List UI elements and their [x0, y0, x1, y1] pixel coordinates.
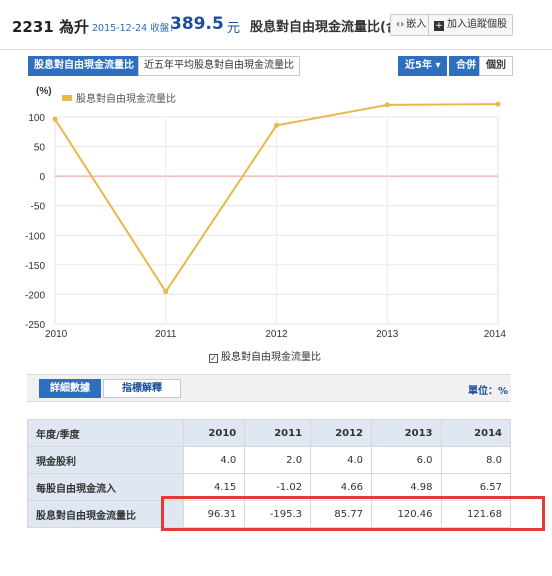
y-tick-label: -200 — [25, 290, 45, 301]
data-point — [274, 122, 279, 128]
individual-toggle[interactable]: 個別 — [479, 56, 513, 76]
chevron-down-icon: ▾ — [435, 60, 441, 71]
table-header-row: 年度/季度 2010 2011 2012 2013 2014 — [26, 419, 511, 447]
x-tick-label: 2010 — [45, 329, 68, 340]
y-tick-label: -150 — [25, 261, 45, 272]
line-chart: 100 50 0 -50 -100 -150 -200 -250 2010 2011 2012 201… — [0, 82, 552, 364]
add-watchlist-button[interactable]: + 加入追蹤個股 — [428, 14, 513, 36]
col-header-year: 2014 — [440, 419, 511, 447]
table-cell: 4.15 — [183, 473, 246, 501]
table-row: 現金股利 4.0 2.0 4.0 6.0 8.0 — [26, 446, 511, 474]
col-header-year: 2010 — [183, 419, 246, 447]
y-tick-label: -250 — [25, 320, 45, 331]
legend-label: 股息對自由現金流量比 — [76, 92, 176, 105]
x-tick-label: 2014 — [484, 329, 507, 340]
unit-label: 單位：% — [467, 386, 508, 397]
plus-icon: + — [434, 21, 444, 31]
row-label: 現金股利 — [26, 446, 185, 474]
page-header: 2231 為升 2015-12-24 收盤： 389.5 元 股息對自由現金流量… — [0, 0, 552, 50]
col-header-year: 2011 — [244, 419, 312, 447]
add-watchlist-label: 加入追蹤個股 — [447, 19, 507, 30]
table-cell: -1.02 — [244, 473, 312, 501]
table-row: 股息對自由現金流量比 96.31 -195.3 85.77 120.46 121… — [26, 500, 511, 528]
tab-explanation[interactable]: 指標解釋 — [103, 379, 181, 398]
col-header-year: 2012 — [310, 419, 373, 447]
bottom-legend-toggle[interactable]: ✓ 股息對自由現金流量比 — [209, 348, 321, 363]
table-cell: 4.98 — [371, 473, 442, 501]
table-cell: 85.77 — [310, 500, 373, 528]
row-label: 每股自由現金流入 — [26, 473, 185, 501]
data-table: 年度/季度 2010 2011 2012 2013 2014 現金股利 4.0 … — [26, 419, 511, 528]
checkbox-icon[interactable]: ✓ — [209, 354, 218, 363]
table-cell: 2.0 — [244, 446, 312, 474]
table-cell: -195.3 — [244, 500, 312, 528]
tab-details[interactable]: 詳細數據 — [39, 379, 101, 398]
consolidated-toggle[interactable]: 合併 — [449, 56, 483, 76]
close-date-label: 2015-12-24 收盤： — [92, 23, 179, 34]
data-point — [495, 101, 501, 107]
chart-tab-row: 股息對自由現金流量比 近五年平均股息對自由現金流量比 近5年 ▾ 合併 個別 — [0, 50, 552, 82]
data-point — [384, 102, 390, 108]
close-price: 389.5 — [170, 14, 224, 34]
details-tab-bar: 詳細數據 指標解釋 單位：% — [27, 374, 511, 402]
period-label: 近5年 — [405, 60, 432, 71]
data-point — [52, 116, 58, 122]
tab-5yr-avg-dividend-fcf-ratio[interactable]: 近五年平均股息對自由現金流量比 — [138, 56, 300, 76]
period-dropdown[interactable]: 近5年 ▾ — [398, 56, 448, 76]
y-tick-label: 50 — [34, 143, 46, 154]
table-cell: 96.31 — [183, 500, 246, 528]
col-header-period: 年度/季度 — [26, 419, 185, 447]
x-tick-label: 2013 — [376, 329, 399, 340]
y-tick-label: -50 — [31, 202, 46, 213]
tab-dividend-fcf-ratio[interactable]: 股息對自由現金流量比 — [28, 56, 140, 76]
embed-label: 嵌入 — [406, 19, 427, 30]
table-cell: 8.0 — [440, 446, 511, 474]
table-cell: 120.46 — [371, 500, 442, 528]
stock-code-name: 2231 為升 — [12, 18, 89, 36]
y-tick-label: -100 — [25, 231, 45, 242]
price-unit: 元 — [227, 21, 241, 36]
table-cell: 121.68 — [440, 500, 511, 528]
table-cell: 4.0 — [310, 446, 373, 474]
code-icon: ‹› — [396, 19, 405, 30]
embed-button[interactable]: ‹› 嵌入 — [390, 14, 433, 36]
table-cell: 4.66 — [310, 473, 373, 501]
x-tick-label: 2012 — [265, 329, 288, 340]
data-point — [163, 289, 169, 295]
y-tick-label: 0 — [39, 172, 45, 183]
bottom-legend-label: 股息對自由現金流量比 — [221, 352, 321, 363]
legend-swatch — [62, 95, 72, 101]
chart-svg: 100 50 0 -50 -100 -150 -200 -2502010 2011 2012 201… — [25, 86, 507, 340]
table-cell: 6.0 — [371, 446, 442, 474]
y-unit-label: (%) — [36, 86, 52, 97]
row-label: 股息對自由現金流量比 — [26, 500, 185, 528]
table-cell: 4.0 — [183, 446, 246, 474]
x-tick-label: 2011 — [155, 329, 177, 340]
table-cell: 6.57 — [440, 473, 511, 501]
y-tick-label: 100 — [28, 113, 45, 124]
table-row: 每股自由現金流入 4.15 -1.02 4.66 4.98 6.57 — [26, 473, 511, 501]
col-header-year: 2013 — [371, 419, 442, 447]
